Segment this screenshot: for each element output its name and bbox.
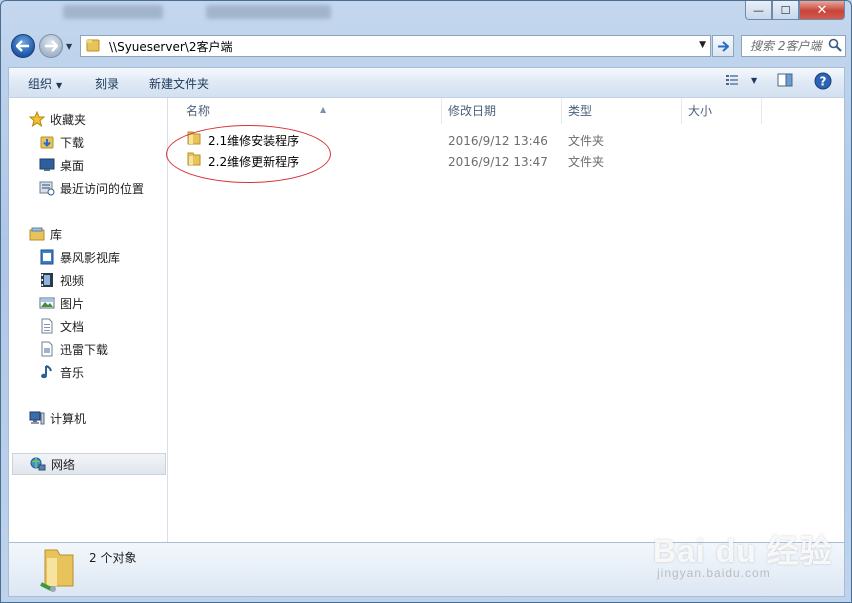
file-date: 2016/9/12 13:46 <box>448 134 548 148</box>
item-count: 2 个对象 <box>89 551 137 565</box>
navigation-row: ▼ \\Syueserver\2客户端 ▼ <box>1 32 851 64</box>
chevron-down-icon: ▼ <box>751 75 758 85</box>
view-list-icon <box>726 75 738 85</box>
preview-pane-button[interactable] <box>777 73 793 87</box>
sort-ascending-icon: ▲ <box>320 105 327 114</box>
chevron-down-icon[interactable]: ▼ <box>699 40 706 50</box>
sidebar-item-network[interactable]: 网络 <box>12 453 166 475</box>
new-folder-button[interactable]: 新建文件夹 <box>149 75 209 92</box>
arrow-right-icon <box>45 40 58 52</box>
sidebar-label: 库 <box>50 227 63 242</box>
column-header-name[interactable]: 名称 ▲ <box>180 98 442 124</box>
view-options-button[interactable]: ▼ <box>725 73 757 87</box>
title-bar[interactable]: — ☐ ✕ <box>1 1 851 29</box>
search-input[interactable] <box>748 38 832 54</box>
column-header-date[interactable]: 修改日期 <box>442 98 562 124</box>
watermark-site: jingyan.baidu.com <box>657 566 771 580</box>
back-button[interactable] <box>11 34 35 58</box>
file-type: 文件夹 <box>568 155 605 169</box>
caption-buttons: — ☐ ✕ <box>745 1 845 20</box>
maximize-button[interactable]: ☐ <box>772 1 799 20</box>
sidebar-label: 迅雷下载 <box>60 342 109 357</box>
minimize-button[interactable]: — <box>745 1 772 20</box>
arrow-left-icon <box>16 40 29 52</box>
address-bar[interactable]: \\Syueserver\2客户端 ▼ <box>80 35 711 57</box>
close-button[interactable]: ✕ <box>799 1 845 20</box>
navigation-pane: 收藏夹 下载 桌面 最近访问的位置 库 暴风影视库 视频 图片 文档 迅雷下载 … <box>9 98 168 542</box>
search-icon[interactable] <box>828 38 842 55</box>
burn-button[interactable]: 刻录 <box>95 75 119 92</box>
arrow-right-icon <box>718 40 729 52</box>
documents-icon <box>39 318 55 334</box>
column-header-type[interactable]: 类型 <box>562 98 682 124</box>
star-icon <box>29 111 45 127</box>
command-bar: 组织 ▼ 刻录 新建文件夹 ▼ ? <box>8 67 845 97</box>
video-icon <box>39 272 55 288</box>
sidebar-label: 下载 <box>60 135 85 150</box>
thunder-download-icon <box>39 341 55 357</box>
help-button[interactable]: ? <box>814 72 832 90</box>
watermark: Bai du 经验 jingyan.baidu.com <box>653 526 833 580</box>
sidebar-label: 文档 <box>60 319 85 334</box>
organize-label: 组织 <box>28 77 53 91</box>
sidebar-label: 图片 <box>60 296 85 311</box>
sidebar-label: 桌面 <box>60 158 85 173</box>
column-header-row: 名称 ▲ 修改日期 类型 大小 <box>168 98 844 124</box>
desktop-icon <box>39 157 55 173</box>
forward-button[interactable] <box>39 34 63 58</box>
sidebar-label: 收藏夹 <box>50 112 87 127</box>
sidebar-label: 网络 <box>51 457 76 472</box>
content-area: 收藏夹 下载 桌面 最近访问的位置 库 暴风影视库 视频 图片 文档 迅雷下载 … <box>8 97 845 543</box>
help-icon: ? <box>814 72 832 90</box>
download-folder-icon <box>39 134 55 150</box>
sidebar-label: 视频 <box>60 273 85 288</box>
sidebar-item-libraries[interactable]: 库 <box>9 223 187 245</box>
organize-button[interactable]: 组织 ▼ <box>28 75 62 92</box>
sidebar-item-computer[interactable]: 计算机 <box>9 407 187 429</box>
sidebar-label: 音乐 <box>60 365 85 380</box>
file-type: 文件夹 <box>568 134 605 148</box>
search-box[interactable] <box>741 35 846 57</box>
media-library-icon <box>39 249 55 265</box>
sidebar-label: 最近访问的位置 <box>60 181 145 196</box>
column-header-size[interactable]: 大小 <box>682 98 762 124</box>
sidebar-item-favorites[interactable]: 收藏夹 <box>9 108 187 130</box>
svg-text:?: ? <box>820 75 827 89</box>
music-icon <box>39 364 55 380</box>
file-date: 2016/9/12 13:47 <box>448 155 548 169</box>
column-label: 名称 <box>186 104 211 118</box>
network-icon <box>30 456 46 472</box>
blurred-title-center <box>206 5 331 19</box>
sidebar-label: 暴风影视库 <box>60 250 121 265</box>
pictures-icon <box>39 295 55 311</box>
sidebar-label: 计算机 <box>50 411 87 426</box>
explorer-window: — ☐ ✕ ▼ \\Syueserver\2客户端 ▼ 搜索 2客户端 组织 ▼… <box>0 0 852 603</box>
blurred-title-left <box>63 5 163 19</box>
recent-places-icon <box>39 180 55 196</box>
chevron-down-icon: ▼ <box>56 81 63 90</box>
shared-folder-icon <box>39 546 79 595</box>
network-folder-icon <box>85 37 101 56</box>
go-button[interactable] <box>712 35 734 57</box>
library-icon <box>29 226 45 242</box>
annotation-ellipse <box>166 125 331 183</box>
address-path: \\Syueserver\2客户端 <box>109 39 233 54</box>
preview-pane-icon <box>777 73 793 87</box>
computer-icon <box>29 410 45 426</box>
recent-pages-dropdown[interactable]: ▼ <box>66 42 72 51</box>
